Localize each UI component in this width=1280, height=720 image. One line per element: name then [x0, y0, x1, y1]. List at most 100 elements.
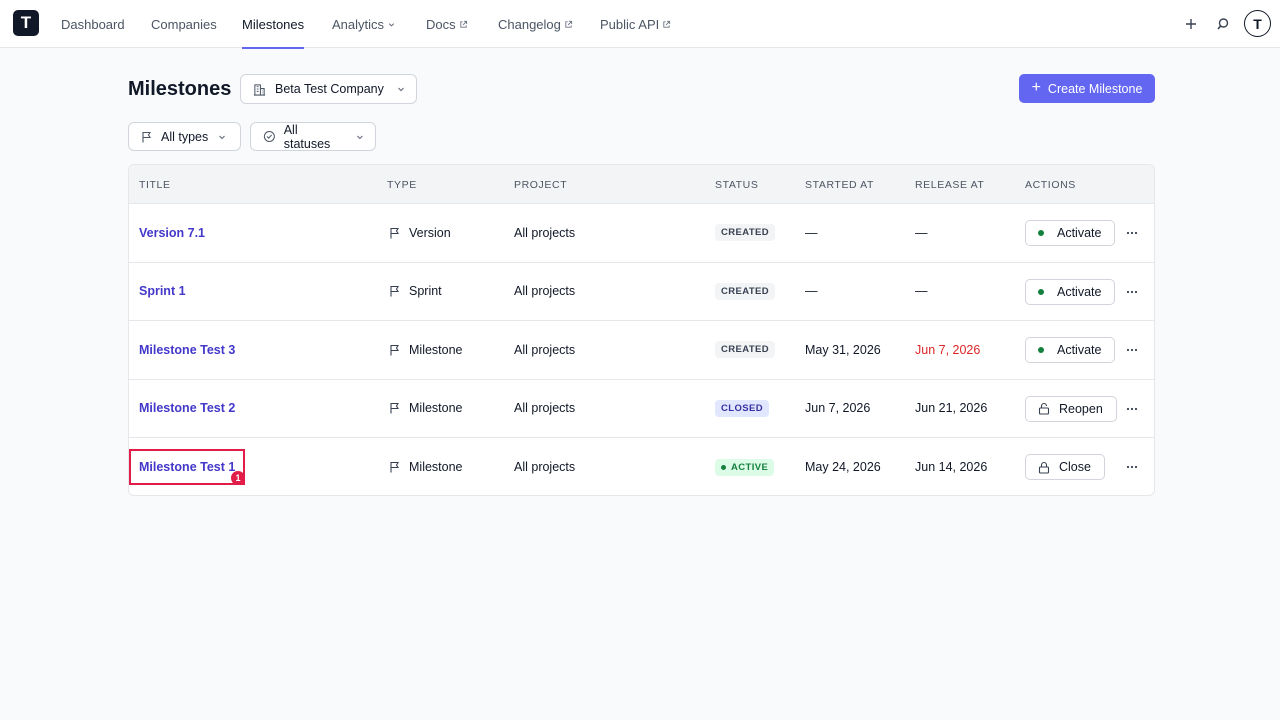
milestone-title: Milestone Test 1: [129, 449, 246, 486]
started-at-cell: May 31, 2026: [805, 342, 881, 357]
status-badge: ACTIVE: [715, 458, 775, 476]
close-button[interactable]: Close: [1025, 454, 1105, 480]
external-link-icon: [663, 20, 671, 28]
nav-milestones[interactable]: Milestones: [242, 0, 305, 49]
type-cell: Version: [389, 204, 451, 262]
company-select[interactable]: Beta Test Company: [240, 74, 417, 104]
col-title: TITLE: [139, 178, 171, 191]
activate-button[interactable]: Activate: [1025, 337, 1116, 363]
milestone-title-link[interactable]: Milestone Test 3: [139, 321, 235, 379]
status-cell: ACTIVE: [715, 438, 775, 495]
check-circle-icon: [263, 131, 275, 142]
company-select-label: Beta Test Company: [275, 82, 384, 96]
release-at-cell: —: [915, 284, 928, 299]
status-cell: CREATED: [715, 204, 776, 262]
table-row: Milestone Test 3 Milestone All projects …: [129, 321, 1154, 380]
green-dot-icon: [1038, 230, 1044, 236]
chevron-down-icon: [219, 135, 226, 139]
status-filter[interactable]: All statuses: [250, 122, 376, 151]
col-project: PROJECT: [514, 178, 568, 191]
status-cell: CLOSED: [715, 380, 769, 438]
action-label: Reopen: [1059, 401, 1103, 416]
app-logo[interactable]: T: [13, 10, 39, 36]
table-row: Milestone Test 2 Milestone All projects …: [129, 380, 1154, 438]
flag-icon: [389, 227, 401, 239]
plus-icon[interactable]: [1179, 12, 1203, 36]
external-link-icon: [565, 20, 572, 28]
top-nav: T Dashboard Companies Milestones Analyti…: [0, 0, 1280, 49]
type-filter[interactable]: All types: [128, 122, 241, 151]
started-at-cell: May 24, 2026: [805, 460, 881, 475]
status-badge: CREATED: [715, 282, 776, 300]
type-label: Milestone: [409, 401, 463, 416]
col-status: STATUS: [715, 178, 759, 191]
nav-analytics[interactable]: Analytics: [332, 0, 396, 48]
nav-changelog-label: Changelog: [498, 16, 561, 32]
activate-button[interactable]: Activate: [1025, 278, 1116, 305]
milestone-title-link[interactable]: Version 7.1: [139, 204, 205, 262]
milestone-title: Version 7.1: [139, 225, 206, 240]
nav-docs-label: Docs: [426, 16, 456, 32]
project-cell: All projects: [514, 460, 576, 475]
nav-dashboard[interactable]: Dashboard: [61, 0, 125, 48]
type-cell: Milestone: [389, 380, 463, 438]
nav-analytics-label: Analytics: [332, 16, 385, 32]
milestone-title: Milestone Test 2: [139, 401, 236, 416]
milestone-title-link[interactable]: Milestone Test 2: [139, 380, 235, 438]
flag-icon: [389, 402, 401, 414]
release-at-cell: Jun 7, 2026: [915, 342, 981, 357]
release-at-cell: Jun 14, 2026: [915, 460, 988, 475]
release-at-cell: —: [915, 225, 928, 240]
active-dot-icon: [721, 464, 726, 470]
project-cell: All projects: [514, 342, 576, 357]
avatar[interactable]: T: [1244, 10, 1271, 37]
action-label: Activate: [1057, 343, 1102, 357]
project-cell: All projects: [514, 284, 576, 299]
chevron-down-icon: [398, 87, 404, 92]
action-label: Activate: [1057, 226, 1102, 240]
type-cell: Milestone: [389, 438, 463, 495]
nav-milestones-label: Milestones: [242, 16, 305, 32]
flag-icon: [389, 285, 401, 297]
logo-letter: T: [20, 13, 32, 32]
search-icon[interactable]: [1211, 12, 1235, 36]
action-label: Close: [1059, 460, 1091, 474]
activate-button[interactable]: Activate: [1025, 220, 1116, 246]
col-type: TYPE: [387, 178, 417, 191]
type-label: Milestone: [409, 342, 463, 357]
type-label: Milestone: [409, 460, 463, 475]
type-cell: Sprint: [389, 263, 442, 321]
status-badge: CREATED: [715, 341, 776, 359]
nav-companies[interactable]: Companies: [151, 0, 217, 48]
milestone-title-link[interactable]: Sprint 1: [139, 263, 186, 321]
more-options-icon[interactable]: [1122, 340, 1142, 360]
nav-public-api-label: Public API: [600, 16, 660, 32]
nav-dashboard-label: Dashboard: [61, 16, 125, 32]
table-row: Version 7.1 Version All projects CREATED…: [129, 204, 1154, 263]
green-dot-icon: [1038, 288, 1044, 295]
unlock-icon: [1038, 402, 1050, 415]
col-started-at: STARTED AT: [805, 178, 875, 191]
more-options-icon[interactable]: [1122, 223, 1142, 243]
started-at-cell: Jun 7, 2026: [805, 401, 871, 416]
project-cell: All projects: [514, 401, 576, 416]
lock-icon: [1038, 461, 1050, 474]
nav-changelog[interactable]: Changelog: [498, 0, 573, 48]
avatar-letter: T: [1253, 15, 1262, 32]
nav-docs[interactable]: Docs: [426, 0, 468, 48]
plus-icon: +: [1031, 79, 1041, 96]
milestone-title: Milestone Test 3: [139, 342, 236, 357]
more-options-icon[interactable]: [1122, 282, 1142, 302]
green-dot-icon: [1038, 347, 1044, 353]
more-options-icon[interactable]: [1122, 399, 1142, 419]
external-link-icon: [459, 20, 467, 28]
table-row: Milestone Test 1 1 Milestone All project…: [129, 438, 1154, 495]
more-options-icon[interactable]: [1122, 457, 1142, 477]
nav-public-api[interactable]: Public API: [600, 0, 671, 48]
flag-icon: [142, 131, 151, 142]
create-milestone-button[interactable]: + Create Milestone: [1019, 74, 1155, 103]
milestone-title-link[interactable]: Milestone Test 1: [129, 438, 246, 495]
type-label: Version: [409, 225, 451, 240]
building-icon: [253, 83, 266, 96]
reopen-button[interactable]: Reopen: [1025, 395, 1117, 422]
